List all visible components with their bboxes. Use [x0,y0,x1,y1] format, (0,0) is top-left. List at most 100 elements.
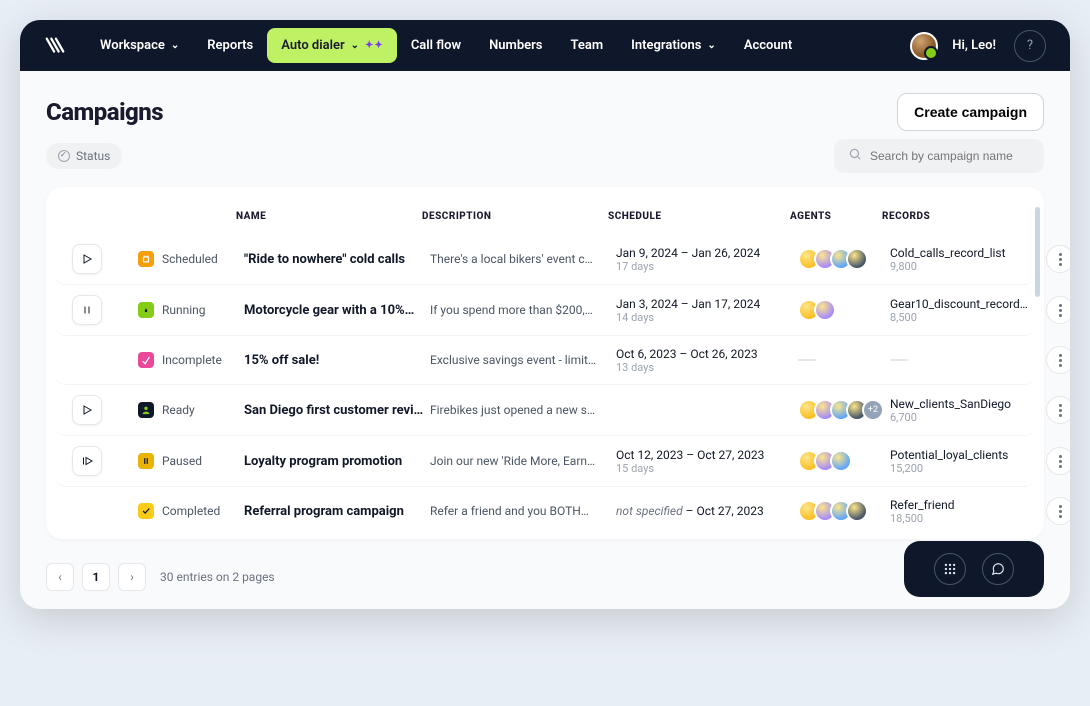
agents-cell [798,299,884,321]
records-cell: Gear10_discount_record_li…8,500 [890,297,1040,324]
campaign-name: San Diego first customer revi… [244,403,424,418]
col-description: DESCRIPTION [422,211,602,222]
nav-item-workspace[interactable]: Workspace ⌄ [86,28,193,63]
records-cell: New_clients_SanDiego6,700 [890,397,1040,424]
campaign-description: There's a local bikers' event c… [430,252,610,266]
create-campaign-button[interactable]: Create campaign [897,93,1044,131]
campaign-name: Motorcycle gear with a 10%… [244,303,424,318]
campaign-name: "Ride to nowhere" cold calls [244,252,424,267]
nav-item-account[interactable]: Account [730,28,806,63]
empty-dash-icon [798,359,816,361]
agents-cell [798,359,884,361]
check-circle-icon [58,150,70,162]
agents-cell [798,500,884,522]
row-menu-button[interactable] [1046,346,1070,374]
col-records: RECORDS [882,211,1032,222]
status-label: Ready [162,403,195,417]
nav-item-reports[interactable]: Reports [193,28,267,63]
status-badge-icon [138,503,154,519]
page-number[interactable]: 1 [82,563,110,591]
col-name: NAME [236,211,416,222]
agent-avatar [846,500,868,522]
campaign-name: Referral program campaign [244,504,424,519]
campaign-description: Firebikes just opened a new s… [430,403,610,417]
chevron-down-icon: ⌄ [351,40,359,51]
pause-button[interactable] [72,295,102,325]
status-label: Paused [162,454,202,468]
agent-more-badge: +2 [862,399,884,421]
nav-item-label: Call flow [411,38,461,53]
campaigns-table: NAME DESCRIPTION SCHEDULE AGENTS RECORDS… [46,187,1044,539]
table-row[interactable]: Ready San Diego first customer revi… Fireb… [54,385,1036,436]
top-nav: Workspace ⌄ Reports Auto dialer ⌄ ✦✦ Call flow… [20,20,1070,71]
campaign-description: If you spend more than $200,… [430,303,610,317]
status-badge-icon [138,352,154,368]
nav-item-label: Integrations [631,38,701,53]
status-badge-icon [138,453,154,469]
col-agents: AGENTS [790,211,876,222]
row-menu-button[interactable] [1046,296,1070,324]
campaign-schedule: not specified – Oct 27, 2023 [616,504,792,518]
scrollbar[interactable] [1035,207,1040,297]
row-menu-button[interactable] [1046,497,1070,525]
nav-item-numbers[interactable]: Numbers [475,28,556,63]
nav-item-auto-dialer[interactable]: Auto dialer ⌄ ✦✦ [267,28,397,63]
resume-button[interactable] [72,446,102,476]
help-button[interactable]: ? [1014,30,1046,62]
status-label: Completed [162,504,220,518]
campaign-description: Refer a friend and you BOTH… [430,504,610,518]
campaign-name: 15% off sale! [244,353,424,368]
nav-item-label: Reports [207,38,253,53]
user-avatar[interactable] [910,32,938,60]
nav-item-label: Numbers [489,38,542,53]
records-cell: Cold_calls_record_list9,800 [890,246,1040,273]
status-filter-chip[interactable]: Status [46,143,122,169]
table-row[interactable]: Scheduled "Ride to nowhere" cold calls The… [54,234,1036,285]
row-menu-button[interactable] [1046,245,1070,273]
campaign-description: Join our new 'Ride More, Earn… [430,454,610,468]
agents-cell [798,450,884,472]
play-button[interactable] [72,395,102,425]
chevron-down-icon: ⌄ [707,40,715,51]
status-label: Running [162,303,206,317]
logo-icon [44,35,66,57]
chevron-down-icon: ⌄ [171,40,179,51]
dialpad-button[interactable] [934,553,966,585]
agent-avatar [814,299,836,321]
nav-item-call-flow[interactable]: Call flow [397,28,475,63]
status-label: Scheduled [162,252,218,266]
next-page-button[interactable]: › [118,563,146,591]
agents-cell: +2 [798,399,884,421]
search-icon [848,147,862,165]
search-field[interactable] [834,139,1044,173]
table-row[interactable]: Completed Referral program campaign Refer … [54,487,1036,535]
nav-item-label: Account [744,38,792,53]
sparkle-icon: ✦✦ [365,40,383,51]
page-title: Campaigns [46,98,163,126]
chat-button[interactable] [982,553,1014,585]
nav-item-label: Auto dialer [281,38,344,53]
campaign-schedule: Oct 6, 2023 – Oct 26, 202313 days [616,347,792,374]
prev-page-button[interactable]: ‹ [46,563,74,591]
row-menu-button[interactable] [1046,447,1070,475]
app-window: Workspace ⌄ Reports Auto dialer ⌄ ✦✦ Call flow… [20,20,1070,609]
agents-cell [798,248,884,270]
entries-label: 30 entries on 2 pages [160,570,275,584]
status-badge-icon [138,302,154,318]
table-row[interactable]: Paused Loyalty program promotion Join our … [54,436,1036,487]
table-row[interactable]: Incomplete15% off sale!Exclusive savings… [54,336,1036,385]
greeting: Hi, Leo! [952,38,996,53]
nav-item-integrations[interactable]: Integrations ⌄ [617,28,730,63]
row-menu-button[interactable] [1046,396,1070,424]
nav-item-team[interactable]: Team [557,28,618,63]
campaign-schedule: Jan 3, 2024 – Jan 17, 202414 days [616,297,792,324]
nav-item-label: Workspace [100,38,165,53]
campaign-name: Loyalty program promotion [244,454,424,469]
status-filter-label: Status [76,149,110,163]
campaign-schedule: Jan 9, 2024 – Jan 26, 202417 days [616,246,792,273]
table-row[interactable]: Running Motorcycle gear with a 10%… If you… [54,285,1036,336]
empty-dash-icon [890,359,908,361]
play-button[interactable] [72,244,102,274]
campaign-schedule: Oct 12, 2023 – Oct 27, 202315 days [616,448,792,475]
search-input[interactable] [870,149,1030,163]
